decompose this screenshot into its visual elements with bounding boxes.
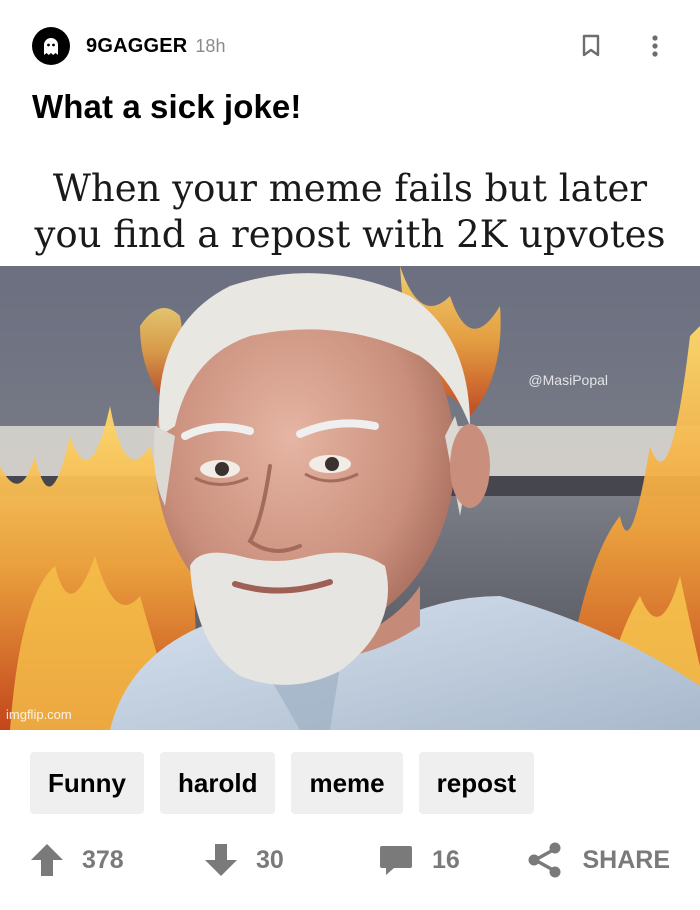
more-options-button[interactable]: [642, 33, 668, 59]
share-button[interactable]: SHARE: [526, 841, 670, 879]
post-actions: 378 30 16 SHARE: [30, 836, 670, 884]
bookmark-button[interactable]: [578, 33, 604, 59]
watermark-site: imgflip.com: [6, 707, 72, 722]
arrow-up-icon: [31, 844, 63, 876]
tag-chip[interactable]: repost: [418, 752, 535, 814]
upvote-count: 378: [82, 845, 124, 874]
upvote-button[interactable]: 378: [30, 842, 180, 878]
more-vertical-icon: [652, 35, 658, 57]
bookmark-icon: [582, 34, 600, 57]
meme-caption: When your meme fails but later you find …: [0, 158, 700, 266]
share-icon: [528, 842, 561, 878]
post-header: 9GAGGER 18h: [32, 26, 668, 66]
meme-photo: [0, 266, 700, 730]
username[interactable]: 9GAGGER: [86, 35, 187, 58]
share-label: SHARE: [582, 845, 670, 874]
post-time: 18h: [195, 35, 226, 56]
tag-chip[interactable]: harold: [160, 752, 276, 814]
avatar[interactable]: [32, 27, 70, 65]
tag-chip[interactable]: meme: [291, 752, 403, 814]
comment-count: 16: [432, 845, 460, 874]
post-card: 9GAGGER 18h What a sick joke! When your …: [0, 0, 700, 910]
watermark-handle: @MasiPopal: [528, 372, 608, 388]
comment-icon: [380, 846, 412, 875]
meme-caption-line: When your meme fails but later: [52, 167, 648, 210]
arrow-down-icon: [205, 844, 237, 876]
downvote-button[interactable]: 30: [204, 842, 344, 878]
tag-chip[interactable]: Funny: [30, 752, 144, 814]
meme-image[interactable]: When your meme fails but later you find …: [0, 158, 700, 730]
header-actions: [578, 33, 668, 59]
meme-caption-line: you find a repost with 2K upvotes: [34, 213, 666, 256]
downvote-count: 30: [256, 845, 284, 874]
tag-list: Funny harold meme repost: [30, 752, 535, 814]
post-title[interactable]: What a sick joke!: [32, 88, 301, 126]
ghost-icon: [44, 38, 58, 55]
comment-button[interactable]: 16: [378, 842, 518, 878]
